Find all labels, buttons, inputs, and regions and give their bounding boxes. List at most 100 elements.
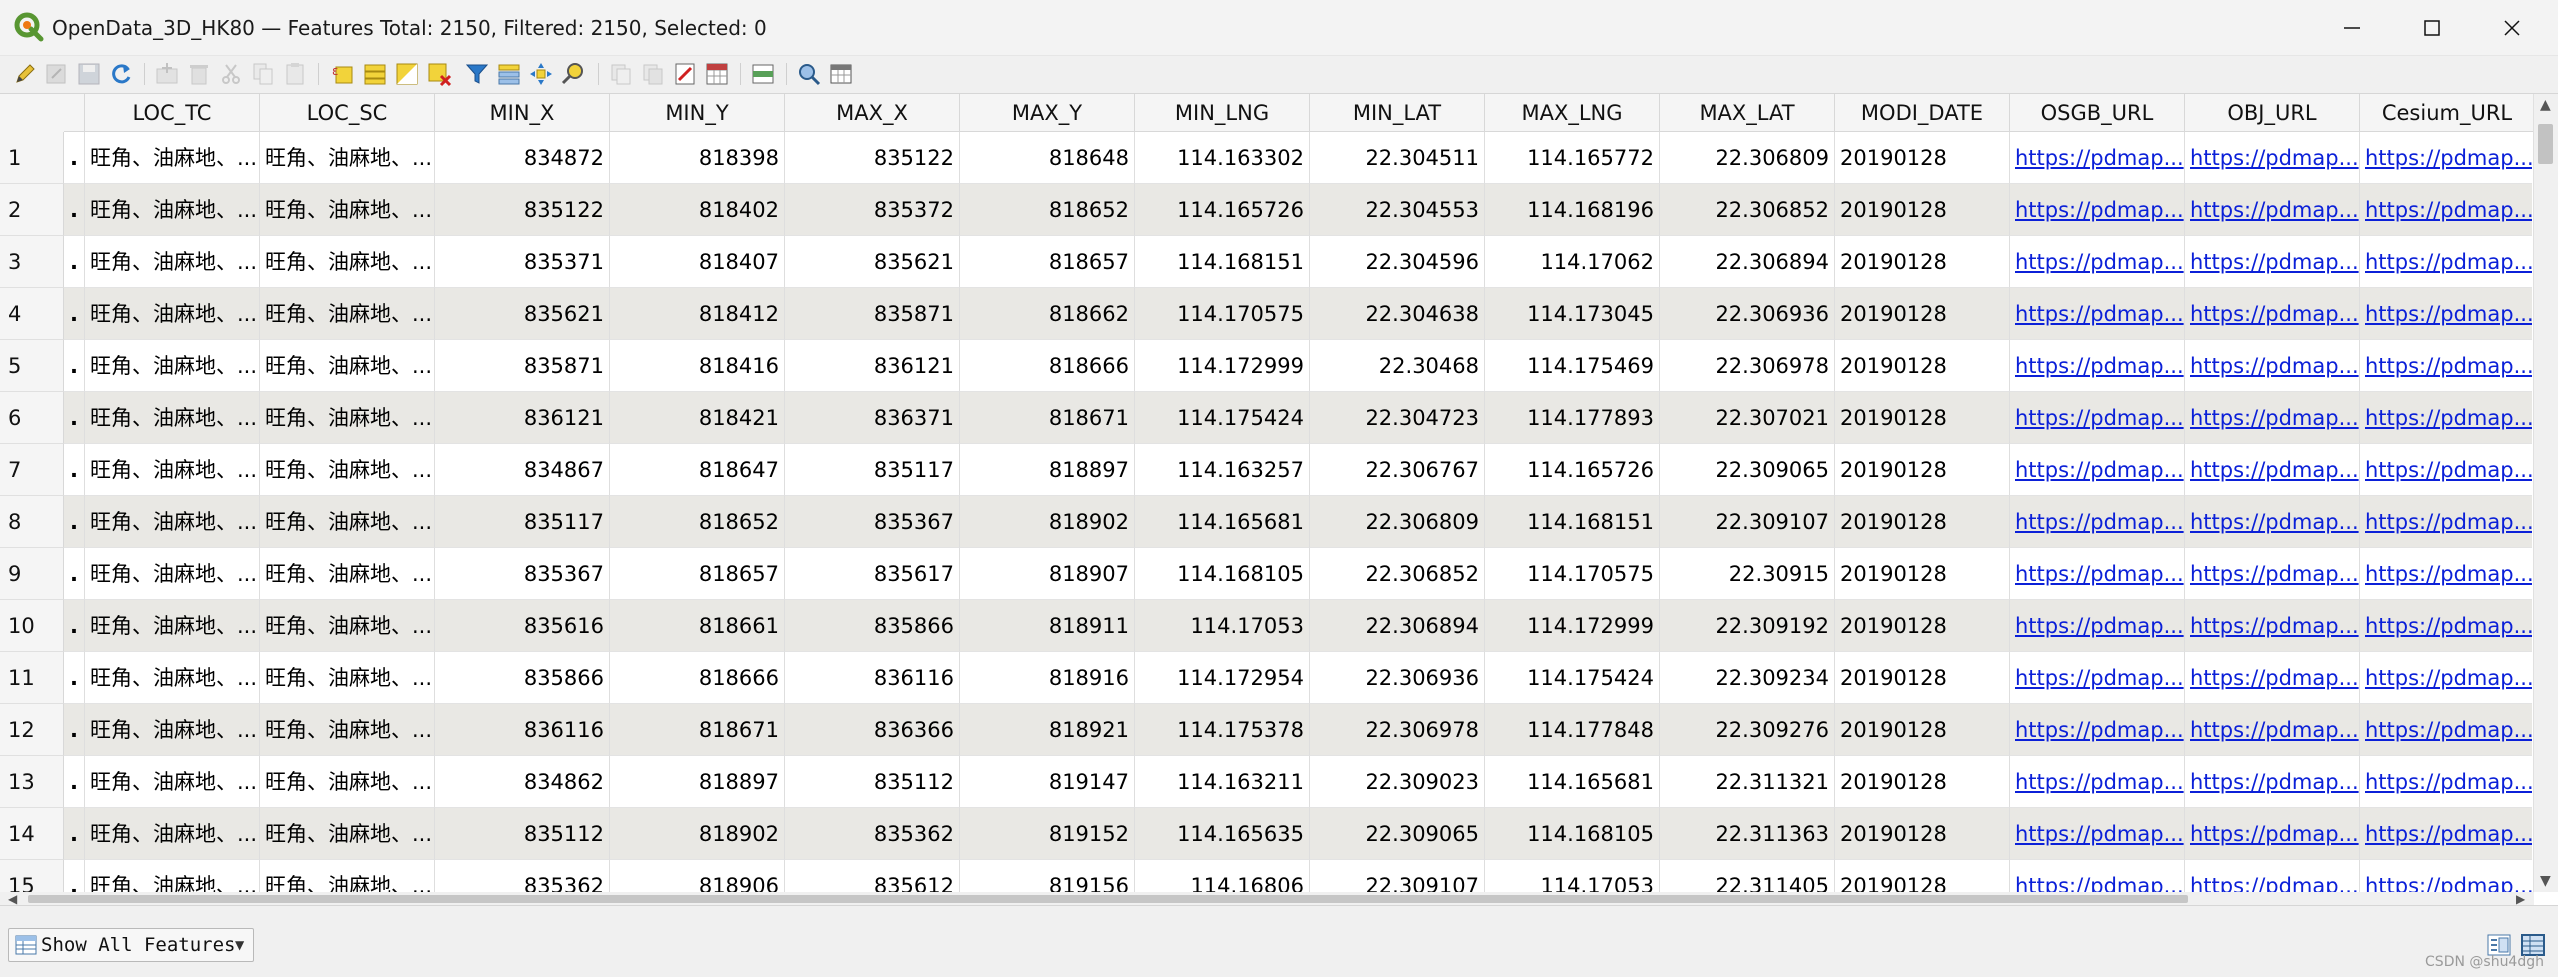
cell-max-y[interactable]: 818911 [960, 600, 1135, 652]
cell-min-x[interactable]: 835362 [435, 860, 610, 892]
cell-obj-url-link[interactable]: https://pdmap... [2185, 444, 2360, 496]
cell-osgb-url-link[interactable]: https://pdmap... [2010, 340, 2185, 392]
table-row[interactable]: 13. 旺角、油麻地、... 旺角、油麻地、... 834862 818897 83511… [0, 756, 2532, 808]
table-row[interactable]: 6. 旺角、油麻地、... 旺角、油麻地、... 836121 818421 836371… [0, 392, 2532, 444]
actions-button[interactable] [796, 61, 822, 87]
cell-cesium-url-link[interactable]: https://pdmap... [2360, 184, 2532, 236]
cell-cesium-url-link[interactable]: https://pdmap... [2360, 756, 2532, 808]
cell-min-x[interactable]: 836121 [435, 392, 610, 444]
horizontal-scroll-thumb[interactable] [28, 895, 2188, 903]
cell-min-lng[interactable]: 114.168151 [1135, 236, 1310, 288]
cell-max-y[interactable]: 818662 [960, 288, 1135, 340]
cell-loc-sc[interactable]: 旺角、油麻地、... [260, 236, 435, 288]
cell-osgb-url-link[interactable]: https://pdmap... [2010, 444, 2185, 496]
cell-loc-tc[interactable]: 旺角、油麻地、... [85, 756, 260, 808]
cell-cesium-url-link[interactable]: https://pdmap... [2360, 548, 2532, 600]
row-number[interactable]: 5 [0, 340, 64, 392]
cell-max-x[interactable]: 835122 [785, 132, 960, 184]
column-header-min-lat[interactable]: MIN_LAT [1310, 94, 1485, 132]
invert-selection-button[interactable] [394, 61, 420, 87]
table-corner[interactable] [0, 94, 65, 133]
table-row[interactable]: 2. 旺角、油麻地、... 旺角、油麻地、... 835122 818402 835372… [0, 184, 2532, 236]
cell-min-lat[interactable]: 22.309023 [1310, 756, 1485, 808]
cell-max-lat[interactable]: 22.306978 [1660, 340, 1835, 392]
cell-min-y[interactable]: 818666 [610, 652, 785, 704]
cell-min-x[interactable]: 836116 [435, 704, 610, 756]
cell-max-y[interactable]: 818902 [960, 496, 1135, 548]
cell-obj-url-link[interactable]: https://pdmap... [2185, 288, 2360, 340]
cell-loc-sc[interactable]: 旺角、油麻地、... [260, 288, 435, 340]
cell-feature-marker[interactable]: . [64, 496, 85, 548]
cell-min-lng[interactable]: 114.168105 [1135, 548, 1310, 600]
cell-max-y[interactable]: 818666 [960, 340, 1135, 392]
cell-loc-tc[interactable]: 旺角、油麻地、... [85, 548, 260, 600]
column-header-max-lng[interactable]: MAX_LNG [1485, 94, 1660, 132]
cell-max-x[interactable]: 836371 [785, 392, 960, 444]
cell-min-x[interactable]: 834862 [435, 756, 610, 808]
cell-max-lat[interactable]: 22.311363 [1660, 808, 1835, 860]
cell-min-lat[interactable]: 22.306936 [1310, 652, 1485, 704]
table-row[interactable]: 3. 旺角、油麻地、... 旺角、油麻地、... 835371 818407 835621… [0, 236, 2532, 288]
vertical-scrollbar[interactable]: ▲ ▼ [2533, 94, 2558, 892]
cell-max-lat[interactable]: 22.306809 [1660, 132, 1835, 184]
cell-loc-sc[interactable]: 旺角、油麻地、... [260, 860, 435, 892]
cell-osgb-url-link[interactable]: https://pdmap... [2010, 704, 2185, 756]
cell-osgb-url-link[interactable]: https://pdmap... [2010, 392, 2185, 444]
paste-button[interactable] [282, 61, 308, 87]
cell-loc-sc[interactable]: 旺角、油麻地、... [260, 600, 435, 652]
row-number[interactable]: 9 [0, 548, 64, 600]
cell-osgb-url-link[interactable]: https://pdmap... [2010, 652, 2185, 704]
cell-loc-sc[interactable]: 旺角、油麻地、... [260, 808, 435, 860]
cell-loc-sc[interactable]: 旺角、油麻地、... [260, 444, 435, 496]
cell-modi-date[interactable]: 20190128 [1835, 600, 2010, 652]
minimize-button[interactable] [2312, 0, 2392, 55]
cell-loc-sc[interactable]: 旺角、油麻地、... [260, 496, 435, 548]
cell-min-y[interactable]: 818421 [610, 392, 785, 444]
cell-max-x[interactable]: 835117 [785, 444, 960, 496]
cell-min-lng[interactable]: 114.165635 [1135, 808, 1310, 860]
reload-button[interactable] [108, 61, 134, 87]
cell-min-lat[interactable]: 22.304553 [1310, 184, 1485, 236]
zoom-to-selection-button[interactable] [560, 61, 586, 87]
cell-max-lng[interactable]: 114.170575 [1485, 548, 1660, 600]
close-button[interactable] [2472, 0, 2552, 55]
column-header-min-lng[interactable]: MIN_LNG [1135, 94, 1310, 132]
cell-loc-sc[interactable]: 旺角、油麻地、... [260, 184, 435, 236]
cell-cesium-url-link[interactable]: https://pdmap... [2360, 288, 2532, 340]
table-row[interactable]: 8. 旺角、油麻地、... 旺角、油麻地、... 835117 818652 835367… [0, 496, 2532, 548]
cell-osgb-url-link[interactable]: https://pdmap... [2010, 756, 2185, 808]
column-header-max-x[interactable]: MAX_X [785, 94, 960, 132]
cell-max-lng[interactable]: 114.165726 [1485, 444, 1660, 496]
row-number[interactable]: 15 [0, 860, 64, 892]
cell-obj-url-link[interactable]: https://pdmap... [2185, 340, 2360, 392]
cell-max-lng[interactable]: 114.165772 [1485, 132, 1660, 184]
column-header-loc-sc[interactable]: LOC_SC [260, 94, 435, 132]
row-number[interactable]: 6 [0, 392, 64, 444]
cell-loc-tc[interactable]: 旺角、油麻地、... [85, 288, 260, 340]
cell-max-x[interactable]: 835617 [785, 548, 960, 600]
column-header-min-x[interactable]: MIN_X [435, 94, 610, 132]
column-header-min-y[interactable]: MIN_Y [610, 94, 785, 132]
vertical-scroll-thumb[interactable] [2538, 124, 2553, 164]
cell-modi-date[interactable]: 20190128 [1835, 340, 2010, 392]
cell-loc-tc[interactable]: 旺角、油麻地、... [85, 496, 260, 548]
cell-obj-url-link[interactable]: https://pdmap... [2185, 236, 2360, 288]
cell-loc-tc[interactable]: 旺角、油麻地、... [85, 392, 260, 444]
cell-max-lat[interactable]: 22.306894 [1660, 236, 1835, 288]
show-all-features-dropdown[interactable]: Show All Features ▼ [8, 928, 254, 962]
cell-modi-date[interactable]: 20190128 [1835, 392, 2010, 444]
multi-edit-button[interactable] [44, 61, 70, 87]
cell-modi-date[interactable]: 20190128 [1835, 756, 2010, 808]
cell-max-x[interactable]: 835871 [785, 288, 960, 340]
cut-button[interactable] [218, 61, 244, 87]
row-number[interactable]: 10 [0, 600, 64, 652]
row-number[interactable]: 1 [0, 132, 64, 184]
cell-feature-marker[interactable]: . [64, 756, 85, 808]
cell-max-x[interactable]: 835612 [785, 860, 960, 892]
dock-window-button[interactable] [828, 61, 854, 87]
cell-obj-url-link[interactable]: https://pdmap... [2185, 392, 2360, 444]
cell-modi-date[interactable]: 20190128 [1835, 860, 2010, 892]
cell-min-lat[interactable]: 22.304511 [1310, 132, 1485, 184]
cell-min-lat[interactable]: 22.309065 [1310, 808, 1485, 860]
cell-min-lat[interactable]: 22.30468 [1310, 340, 1485, 392]
